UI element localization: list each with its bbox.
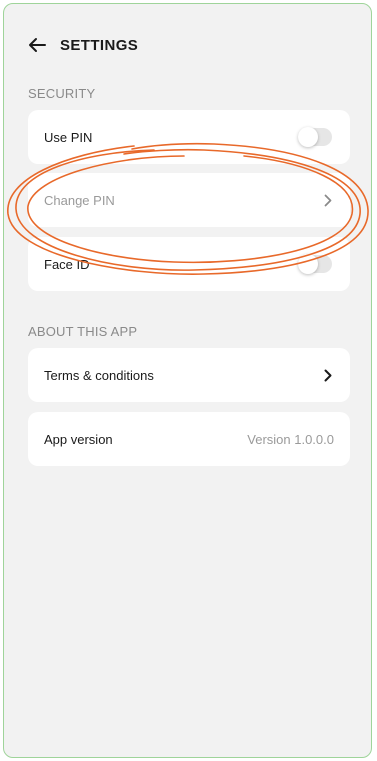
chevron-right-icon	[322, 368, 334, 382]
face-id-label: Face ID	[44, 256, 90, 272]
chevron-right-icon	[322, 193, 334, 207]
section-label-about: ABOUT THIS APP	[28, 324, 138, 339]
arrow-left-icon	[29, 38, 46, 52]
toggle-knob	[298, 254, 318, 274]
face-id-toggle[interactable]	[298, 254, 332, 274]
terms-label: Terms & conditions	[44, 367, 154, 383]
change-pin-label: Change PIN	[44, 192, 115, 208]
terms-row[interactable]: Terms & conditions	[28, 348, 350, 402]
back-button[interactable]	[26, 34, 48, 56]
settings-screen: SETTINGS SECURITY Use PIN Change PIN Fac…	[3, 3, 372, 758]
use-pin-label: Use PIN	[44, 129, 93, 145]
change-pin-row[interactable]: Change PIN	[28, 173, 350, 227]
use-pin-toggle[interactable]	[298, 127, 332, 147]
page-title: SETTINGS	[60, 36, 139, 54]
app-version-label: App version	[44, 431, 113, 447]
toggle-knob	[298, 127, 318, 147]
header: SETTINGS	[26, 30, 138, 60]
app-version-value: Version 1.0.0.0	[247, 431, 334, 447]
section-label-security: SECURITY	[28, 86, 96, 101]
use-pin-row[interactable]: Use PIN	[28, 110, 350, 164]
face-id-row[interactable]: Face ID	[28, 237, 350, 291]
app-version-row: App version Version 1.0.0.0	[28, 412, 350, 466]
